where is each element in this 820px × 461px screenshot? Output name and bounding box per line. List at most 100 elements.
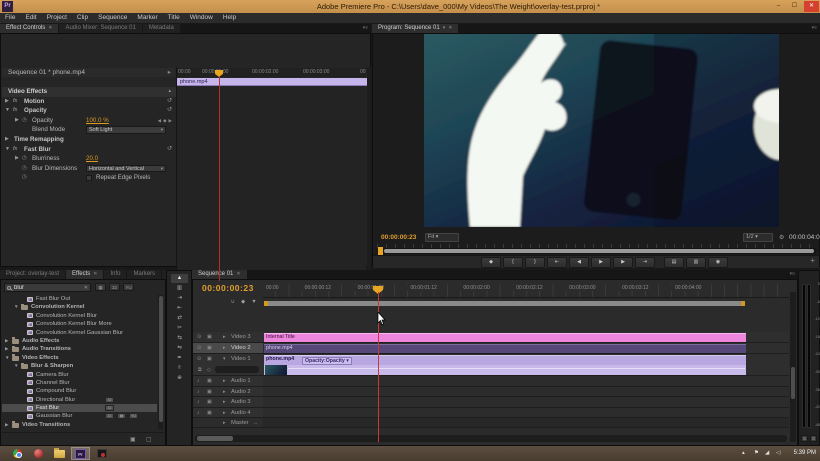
sync-lock-icon[interactable]: ▣ (207, 345, 212, 351)
slip-tool[interactable]: ⇆ (171, 334, 188, 343)
settings-wrench-icon[interactable]: ⚙ (779, 234, 784, 241)
speaker-icon[interactable]: ♪ (197, 399, 200, 405)
opacity-rubber-band[interactable] (288, 368, 745, 369)
track-lane-audio-3[interactable] (263, 397, 789, 407)
search-input[interactable] (14, 284, 82, 291)
menu-edit[interactable]: Edit (20, 13, 41, 23)
program-timecode[interactable]: 00:00:00:23 (381, 234, 416, 241)
tree-item-camera-blur[interactable]: Camera Blur (2, 371, 157, 379)
title-bar[interactable]: Pr Adobe Premiere Pro - C:\Users\dave_00… (0, 0, 820, 13)
stopwatch-icon[interactable]: ◷ (22, 154, 27, 164)
sync-lock-icon[interactable]: ▣ (207, 356, 212, 362)
menu-file[interactable]: File (0, 13, 20, 23)
selection-tool[interactable]: ▲ (171, 274, 188, 283)
close-icon[interactable]: ✕ (448, 25, 452, 31)
play-button[interactable]: ▶ (591, 257, 611, 268)
32bit-color-filter[interactable]: 32 (109, 283, 120, 291)
network-icon[interactable]: ◢ (765, 450, 769, 456)
stopwatch-icon[interactable]: ◷ (22, 116, 27, 126)
effect-controls-ruler[interactable]: 00:0000:00:01:0000:00:02:0000:00:03:0000… (177, 68, 366, 77)
track-header-audio-4[interactable]: ♪▣▸Audio 4 (193, 408, 263, 418)
twirl-icon[interactable]: ▼ (5, 145, 10, 155)
mark-in-button[interactable]: { (503, 257, 523, 268)
effects-scrollbar[interactable] (158, 295, 163, 429)
reset-icon[interactable]: ↺ (167, 145, 172, 155)
timeline-ruler[interactable]: 00:0000:00:00:1200:00:01:0000:00:01:1200… (263, 284, 789, 298)
stopwatch-icon[interactable]: ◷ (22, 173, 27, 183)
twirl-icon[interactable]: ▶ (5, 97, 9, 107)
keyframe-icon[interactable]: ◇ (207, 367, 211, 373)
track-header-video-1[interactable]: ⊙ ▣ ▾ Video 1 ⧉ ◇ (193, 354, 263, 375)
chevron-right-icon[interactable]: ▸ (223, 334, 226, 340)
keyframe-area[interactable] (177, 87, 366, 280)
speaker-icon[interactable]: ♪ (197, 378, 200, 384)
clip-phone-mp4-v2[interactable]: phone.mp4 (264, 344, 746, 353)
slide-tool[interactable]: ⇋ (171, 344, 188, 353)
tab-info[interactable]: Info (104, 270, 126, 279)
volume-icon[interactable]: ◁ (776, 450, 780, 456)
lift-button[interactable]: ▤ (664, 257, 684, 268)
track-lane-audio-2[interactable] (263, 387, 789, 397)
ec-vertical-scrollbar[interactable] (367, 67, 371, 281)
panel-menu-icon[interactable]: ▾≡ (787, 270, 798, 279)
effect-row-motion[interactable]: ▶fxMotion↺ (2, 97, 176, 107)
track-header-video-2[interactable]: ⊙ ▣ ▸ Video 2 (193, 343, 263, 353)
reset-icon[interactable]: ↺ (167, 97, 172, 107)
effect-row-blend-mode[interactable]: Blend ModeSoft Light▾ (2, 125, 176, 135)
solo-right-button[interactable]: S (810, 435, 817, 442)
panel-menu-icon[interactable]: ▾≡ (360, 24, 371, 33)
track-header-audio-2[interactable]: ♪▣▸Audio 2 (193, 387, 263, 397)
program-playhead-icon[interactable] (378, 247, 383, 255)
playback-resolution-dropdown[interactable]: 1/2 ▾ (743, 233, 773, 242)
menu-title[interactable]: Title (163, 13, 185, 23)
minimize-button[interactable]: – (771, 1, 786, 12)
chevron-down-icon[interactable]: ▾ (223, 356, 226, 362)
program-scrubber[interactable] (377, 248, 817, 254)
chevron-right-icon[interactable]: ▸ (223, 389, 226, 395)
track-header-master[interactable]: ▸ Master ↔ (193, 418, 263, 427)
twirl-icon[interactable]: ▶ (15, 154, 19, 164)
chevron-right-icon[interactable]: ▸ (223, 410, 226, 416)
tab-effects[interactable]: Effects✕ (66, 270, 103, 279)
twirl-icon[interactable]: ▼ (5, 354, 9, 362)
effects-search-box[interactable]: ✕ (4, 283, 91, 292)
chevron-right-icon[interactable]: ▸ (223, 420, 226, 426)
track-lane-video-2[interactable]: phone.mp4 (263, 343, 789, 353)
toggle-track-output-icon[interactable]: ⊙ (197, 345, 201, 351)
taskbar-premiere-icon[interactable]: Pr (71, 447, 90, 460)
param-value[interactable]: 100.0 % (86, 116, 109, 126)
reset-icon[interactable]: ↺ (167, 106, 172, 116)
fx-badge-icon[interactable]: fx (13, 106, 17, 116)
twirl-icon[interactable]: ▶ (5, 135, 9, 145)
tab-markers[interactable]: Markers (127, 270, 161, 279)
taskbar-clock[interactable]: 5:39 PM (794, 446, 816, 461)
zoom-level-dropdown[interactable]: Fit ▾ (425, 233, 459, 242)
tree-item-convolution-kernel-gaussian-blur[interactable]: Convolution Kernel Gaussian Blur (2, 329, 157, 337)
tree-item-compound-blur[interactable]: Compound Blur (2, 387, 157, 395)
sync-lock-icon[interactable]: ▣ (207, 389, 212, 395)
taskbar-file-explorer-icon[interactable] (50, 447, 69, 460)
export-frame-button[interactable]: ◉ (708, 257, 728, 268)
clip-keyframe-area[interactable] (264, 365, 746, 375)
track-lane-video-3[interactable]: Internal Title (263, 332, 789, 342)
tree-item-fast-blur-out[interactable]: Fast Blur Out (2, 295, 157, 303)
collapse-icon[interactable]: ▴ (168, 87, 171, 97)
ripple-edit-tool[interactable]: ⇥ (171, 294, 188, 303)
taskbar-media-app-icon[interactable] (92, 447, 111, 460)
sync-lock-icon[interactable]: ▣ (207, 378, 212, 384)
track-header-audio-1[interactable]: ♪▣▸Audio 1 (193, 376, 263, 386)
taskbar-chrome-icon[interactable] (8, 447, 27, 460)
twirl-icon[interactable]: ▼ (14, 303, 18, 311)
tree-item-convolution-kernel[interactable]: ▼Convolution Kernel (2, 303, 157, 311)
action-center-icon[interactable]: ⚑ (754, 450, 759, 456)
rate-stretch-tool[interactable]: ⇄ (171, 314, 188, 323)
param-value[interactable]: 20.0 (86, 154, 98, 164)
param-checkbox[interactable] (86, 175, 92, 181)
sync-lock-icon[interactable]: ▣ (207, 334, 212, 340)
tab-audio-mixer-sequence-01[interactable]: Audio Mixer: Sequence 01 (59, 24, 141, 33)
set-marker-icon[interactable]: ▼ (251, 299, 262, 305)
menu-sequence[interactable]: Sequence (93, 13, 132, 23)
clip-internal-title[interactable]: Internal Title (264, 333, 746, 342)
yuv-filter[interactable]: YU (123, 283, 134, 291)
twirl-icon[interactable]: ▶ (15, 116, 19, 126)
